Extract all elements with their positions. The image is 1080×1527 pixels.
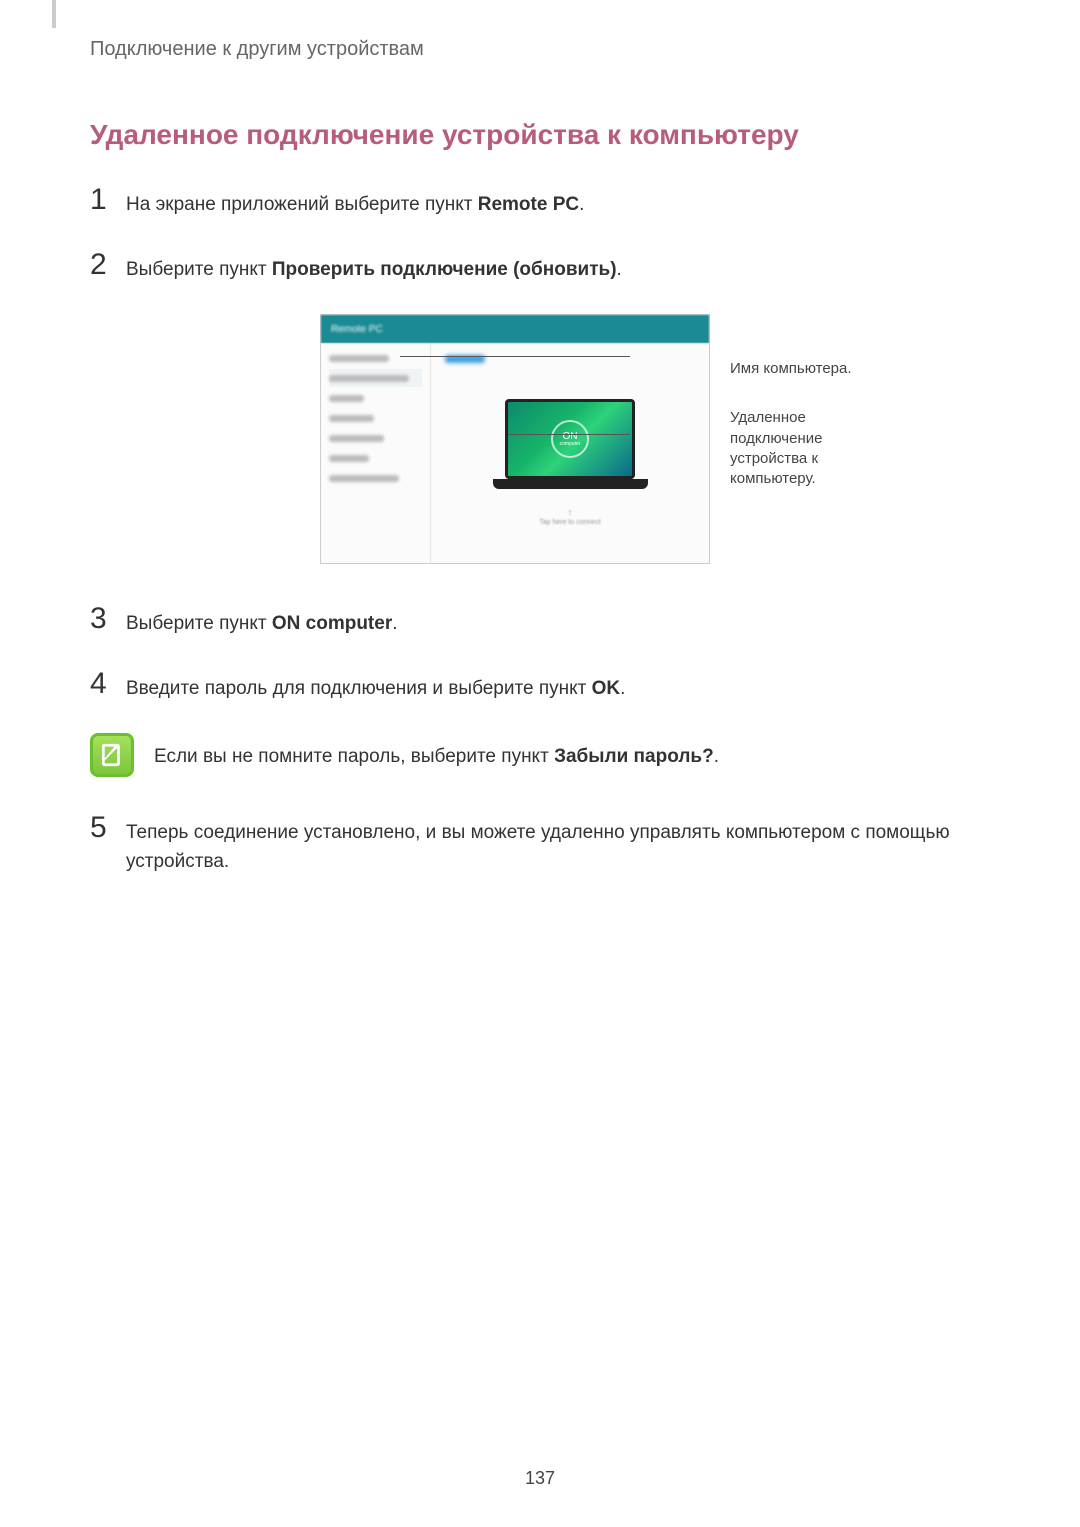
callout-remote-connect: Удаленное подключение устройства к компь…: [730, 408, 880, 489]
step-text-pre: Введите пароль для подключения и выберит…: [126, 678, 592, 699]
step-text: Введите пароль для подключения и выберит…: [126, 669, 625, 704]
sidebar-blur-item: [329, 475, 399, 482]
sidebar-blur-item: [329, 395, 364, 402]
sidebar-blur-item: [329, 375, 409, 382]
remote-pc-screenshot: Remote PC: [320, 314, 710, 564]
step-4: 4 Введите пароль для подключения и выбер…: [90, 669, 990, 704]
step-5: 5 Теперь соединение установлено, и вы мо…: [90, 813, 990, 876]
step-number: 2: [90, 250, 112, 280]
screenshot-title: Remote PC: [331, 324, 383, 335]
screenshot-header: Remote PC: [321, 315, 709, 343]
note-pre: Если вы не помните пароль, выберите пунк…: [154, 746, 554, 767]
sidebar-blur-item: [329, 415, 374, 422]
breadcrumb: Подключение к другим устройствам: [90, 38, 990, 61]
step-text: Выберите пункт Проверить подключение (об…: [126, 250, 622, 285]
step-text: Теперь соединение установлено, и вы може…: [126, 813, 990, 876]
sidebar-blur-item: [329, 455, 369, 462]
step-text-post: .: [620, 678, 625, 699]
note-bold: Забыли пароль?: [554, 746, 714, 767]
step-text-bold: Проверить подключение (обновить): [272, 259, 617, 280]
tap-hint: ↑ Tap here to connect: [539, 507, 601, 526]
page-content: Подключение к другим устройствам Удаленн…: [0, 0, 1080, 876]
note-block: Если вы не помните пароль, выберите пунк…: [90, 733, 990, 777]
sidebar-blur-item: [329, 435, 384, 442]
step-number: 4: [90, 669, 112, 699]
step-number: 5: [90, 813, 112, 843]
step-text-post: .: [617, 259, 622, 280]
step-2: 2 Выберите пункт Проверить подключение (…: [90, 250, 990, 285]
up-arrow-icon: ↑: [568, 507, 573, 517]
section-title: Удаленное подключение устройства к компь…: [90, 119, 990, 151]
figure-block: Remote PC: [90, 314, 990, 564]
step-text: На экране приложений выберите пункт Remo…: [126, 185, 584, 220]
screenshot-main: ON computer ↑ Tap here to connect: [431, 343, 709, 563]
note-text: Если вы не помните пароль, выберите пунк…: [154, 733, 719, 772]
step-text-pre: Выберите пункт: [126, 259, 272, 280]
step-1: 1 На экране приложений выберите пункт Re…: [90, 185, 990, 220]
step-text-pre: На экране приложений выберите пункт: [126, 194, 478, 215]
step-text-bold: OK: [592, 678, 621, 699]
step-number: 3: [90, 604, 112, 634]
callouts: Имя компьютера. Удаленное подключение ус…: [730, 314, 880, 564]
laptop-illustration: ON computer: [493, 399, 648, 499]
step-text-bold: ON computer: [272, 613, 392, 634]
callout-pc-name: Имя компьютера.: [730, 359, 880, 379]
on-badge: ON computer: [551, 420, 589, 458]
step-text-post: .: [392, 613, 397, 634]
callout-line: [508, 434, 630, 435]
page-number: 137: [0, 1468, 1080, 1489]
note-post: .: [714, 746, 719, 767]
sidebar-blur-item: [329, 355, 389, 362]
on-sublabel: computer: [560, 442, 581, 447]
on-label: ON: [563, 432, 578, 442]
page-tab-mark: [52, 0, 56, 28]
step-text-pre: Выберите пункт: [126, 613, 272, 634]
step-text: Выберите пункт ON computer.: [126, 604, 398, 639]
step-3: 3 Выберите пункт ON computer.: [90, 604, 990, 639]
note-icon: [90, 733, 134, 777]
step-number: 1: [90, 185, 112, 215]
screenshot-sidebar: [321, 343, 431, 563]
step-text-post: .: [579, 194, 584, 215]
callout-line: [400, 356, 630, 357]
step-text-bold: Remote PC: [478, 194, 579, 215]
